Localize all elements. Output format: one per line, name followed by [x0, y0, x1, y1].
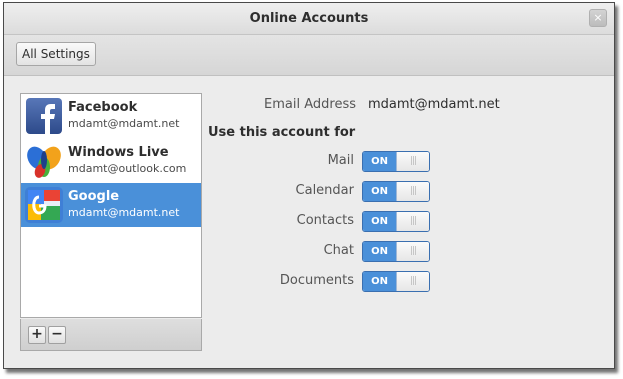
online-accounts-window: Online Accounts × All Settings Facebook …	[3, 2, 615, 369]
email-address-label: Email Address	[264, 97, 356, 112]
title-bar[interactable]: Online Accounts ×	[4, 3, 614, 35]
documents-toggle[interactable]: ON |||	[362, 271, 430, 292]
account-item-facebook[interactable]: Facebook mdamt@mdamt.net	[21, 94, 201, 138]
content-area: Facebook mdamt@mdamt.net Windows Live md…	[4, 76, 614, 368]
toggle-knob[interactable]: |||	[396, 242, 429, 261]
account-email: mdamt@mdamt.net	[68, 117, 180, 130]
toggle-on-label: ON	[363, 212, 396, 231]
email-address-value: mdamt@mdamt.net	[368, 97, 500, 112]
add-account-button[interactable]: +	[28, 326, 46, 344]
service-label-chat: Chat	[323, 243, 354, 258]
remove-account-button[interactable]: −	[48, 326, 66, 344]
toggle-on-label: ON	[363, 152, 396, 171]
account-name: Windows Live	[68, 145, 169, 160]
account-email: mdamt@outlook.com	[68, 162, 187, 175]
toggle-knob[interactable]: |||	[396, 272, 429, 291]
toggle-knob[interactable]: |||	[396, 152, 429, 171]
all-settings-button[interactable]: All Settings	[16, 42, 96, 66]
contacts-toggle[interactable]: ON |||	[362, 211, 430, 232]
service-label-contacts: Contacts	[296, 213, 354, 228]
account-email: mdamt@mdamt.net	[68, 206, 180, 219]
toggle-on-label: ON	[363, 242, 396, 261]
account-name: Facebook	[68, 100, 138, 115]
window-title: Online Accounts	[249, 11, 369, 26]
account-item-google[interactable]: Google mdamt@mdamt.net	[21, 183, 201, 227]
mail-toggle[interactable]: ON |||	[362, 151, 430, 172]
toggle-knob[interactable]: |||	[396, 212, 429, 231]
account-item-windows-live[interactable]: Windows Live mdamt@outlook.com	[21, 139, 201, 183]
account-name: Google	[68, 189, 120, 204]
use-account-for-heading: Use this account for	[208, 125, 356, 140]
facebook-icon	[26, 98, 62, 134]
calendar-toggle[interactable]: ON |||	[362, 181, 430, 202]
account-list: Facebook mdamt@mdamt.net Windows Live md…	[20, 93, 202, 318]
toggle-on-label: ON	[363, 272, 396, 291]
windows-live-icon	[27, 146, 61, 178]
google-icon	[25, 187, 63, 223]
account-list-toolbar: + −	[20, 319, 202, 351]
header-toolbar: All Settings	[4, 35, 614, 76]
service-label-mail: Mail	[327, 153, 354, 168]
toggle-knob[interactable]: |||	[396, 182, 429, 201]
close-button[interactable]: ×	[589, 9, 607, 27]
chat-toggle[interactable]: ON |||	[362, 241, 430, 262]
service-label-documents: Documents	[279, 273, 354, 288]
service-label-calendar: Calendar	[295, 183, 354, 198]
toggle-on-label: ON	[363, 182, 396, 201]
